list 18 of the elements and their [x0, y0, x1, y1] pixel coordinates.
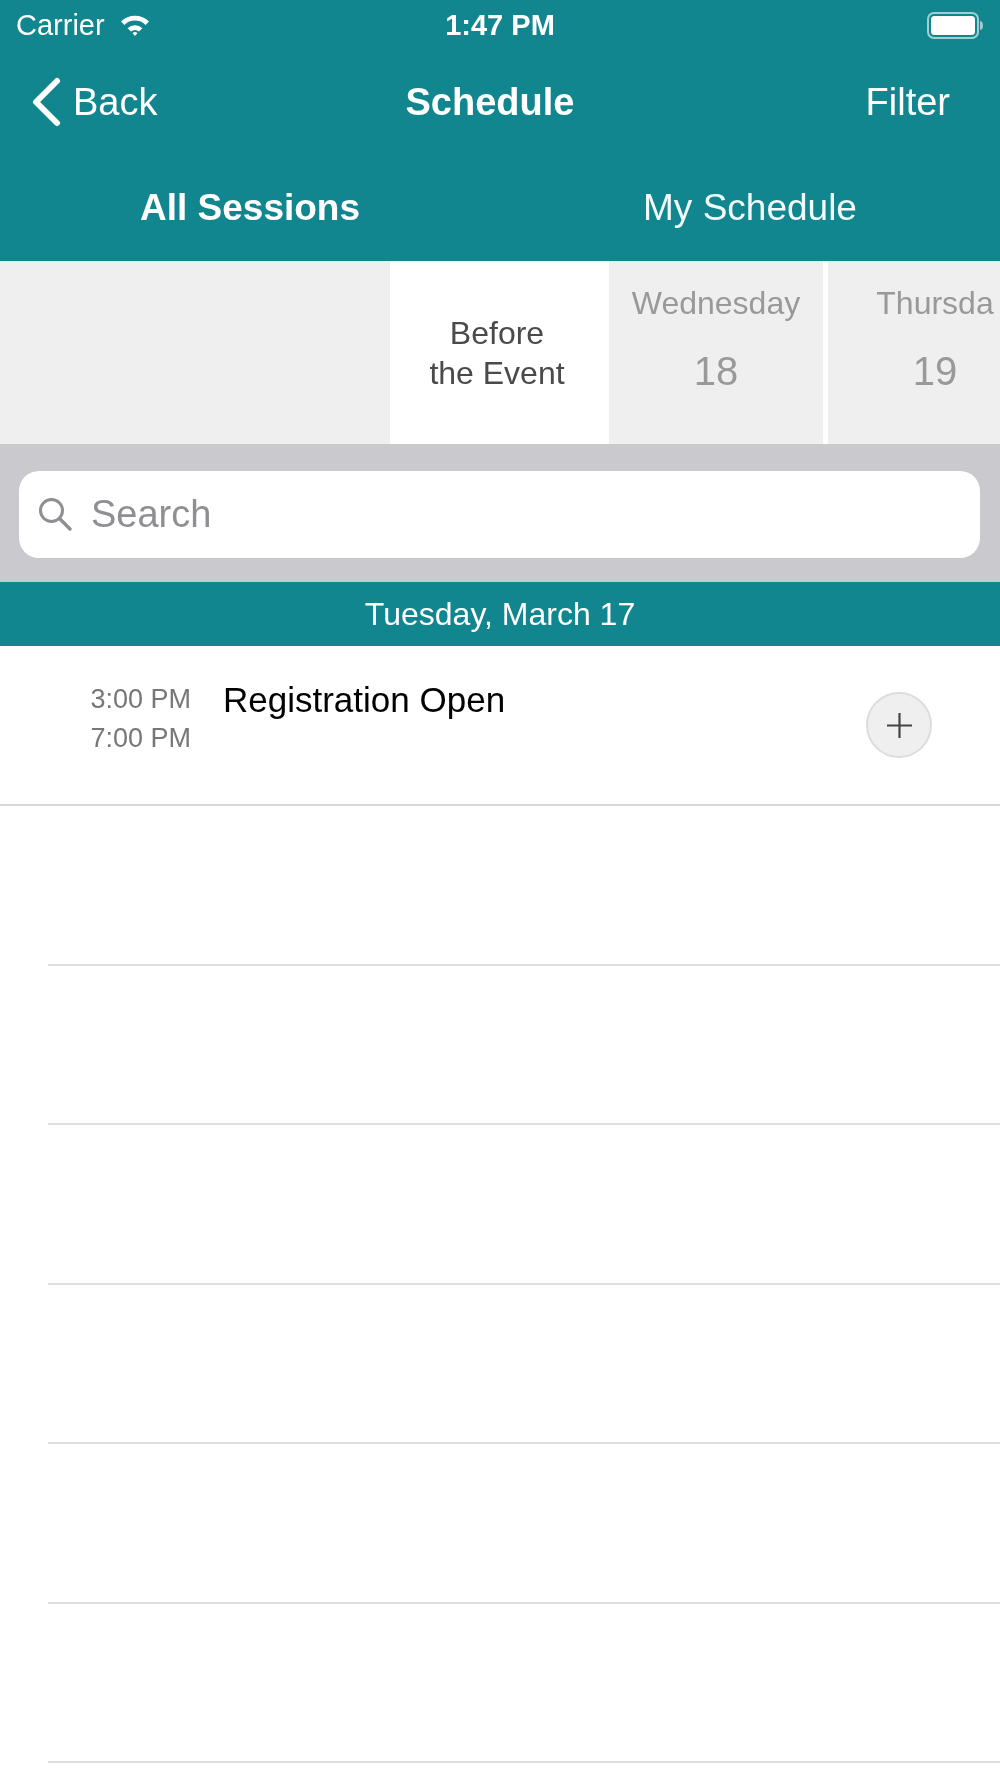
day-tab[interactable]: Before the Event	[390, 261, 604, 444]
search-field[interactable]: Search	[19, 471, 980, 558]
segment-tab[interactable]: My Schedule	[637, 182, 863, 233]
search-icon	[38, 497, 72, 531]
battery-icon	[927, 11, 984, 39]
wifi-icon	[118, 13, 151, 37]
filter-button[interactable]: Filter	[865, 80, 950, 124]
carrier-label: Carrier	[16, 8, 105, 42]
segment-tab[interactable]: All Sessions	[134, 182, 366, 233]
plus-icon	[886, 712, 912, 738]
session-title[interactable]: Registration Open	[223, 680, 506, 719]
chevron-left-icon	[30, 77, 61, 127]
start-time: 3:00 PM	[90, 683, 191, 716]
end-time: 7:00 PM	[90, 722, 191, 755]
screen-title: Schedule	[405, 80, 575, 124]
section-header: Tuesday, March 17	[364, 595, 636, 633]
back-button[interactable]: Back	[30, 77, 158, 127]
clock-time: 1:47 PM	[445, 8, 555, 42]
